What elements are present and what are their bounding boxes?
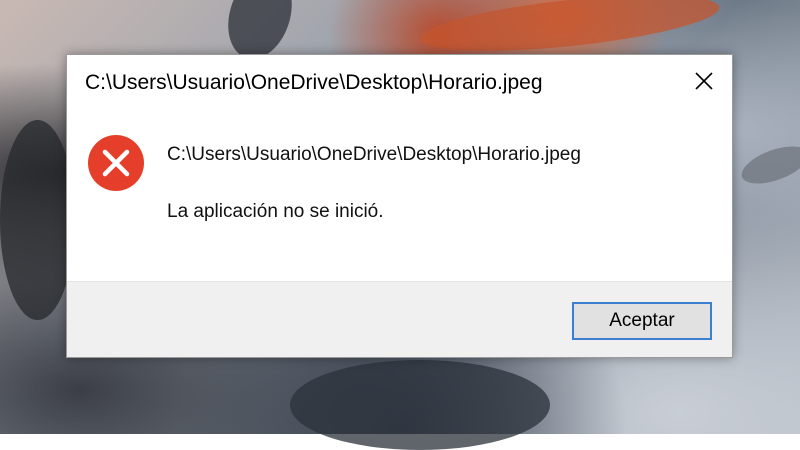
- wallpaper-art: [290, 360, 550, 450]
- wallpaper-art: [736, 138, 800, 192]
- wallpaper-art: [418, 0, 722, 62]
- dialog-footer: Aceptar: [67, 281, 732, 357]
- ok-button[interactable]: Aceptar: [572, 302, 712, 340]
- error-message: La aplicación no se inició.: [167, 201, 384, 222]
- error-icon: [88, 135, 144, 191]
- dialog-titlebar[interactable]: C:\Users\Usuario\OneDrive\Desktop\Horari…: [67, 55, 732, 113]
- close-button[interactable]: [682, 63, 726, 99]
- error-dialog: C:\Users\Usuario\OneDrive\Desktop\Horari…: [66, 54, 733, 358]
- dialog-content: C:\Users\Usuario\OneDrive\Desktop\Horari…: [67, 113, 732, 281]
- wallpaper-art: [0, 120, 75, 320]
- close-icon: [695, 72, 713, 90]
- dialog-title: C:\Users\Usuario\OneDrive\Desktop\Horari…: [85, 71, 543, 94]
- file-path-message: C:\Users\Usuario\OneDrive\Desktop\Horari…: [167, 144, 581, 165]
